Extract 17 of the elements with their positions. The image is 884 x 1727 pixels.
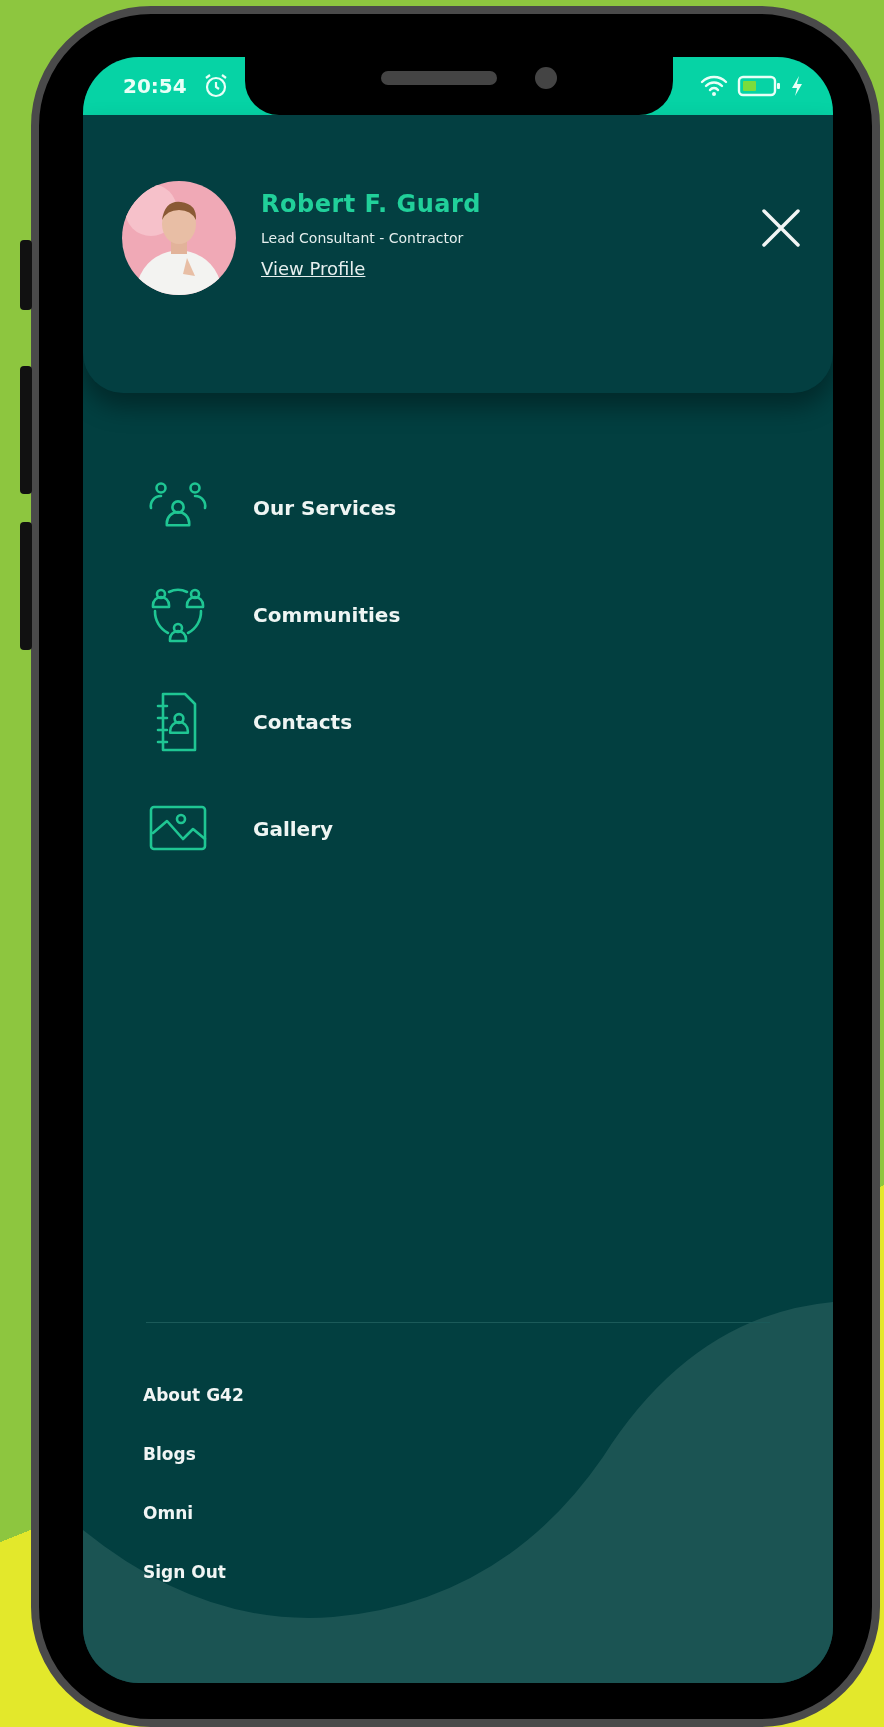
wifi-icon	[699, 74, 729, 98]
view-profile-link[interactable]: View Profile	[261, 255, 366, 282]
footer-link[interactable]: Blogs	[83, 1425, 833, 1484]
menu-item[interactable]: Our Services	[83, 454, 833, 561]
menu-item[interactable]: Contacts	[83, 668, 833, 775]
close-button[interactable]	[761, 208, 801, 248]
footer-link[interactable]: About G42	[83, 1366, 833, 1425]
menu-item[interactable]: Communities	[83, 561, 833, 668]
menu-item[interactable]: Gallery	[83, 775, 833, 882]
profile-role: Lead Consultant - Contractor	[261, 229, 465, 248]
status-time: 20:54	[123, 73, 187, 100]
profile-name: Robert F. Guard	[261, 189, 481, 220]
battery-icon	[737, 74, 783, 98]
footer-link[interactable]: Sign Out	[83, 1543, 833, 1602]
camera	[535, 67, 557, 89]
charging-icon	[791, 75, 803, 97]
footer-link[interactable]: Omni	[83, 1484, 833, 1543]
